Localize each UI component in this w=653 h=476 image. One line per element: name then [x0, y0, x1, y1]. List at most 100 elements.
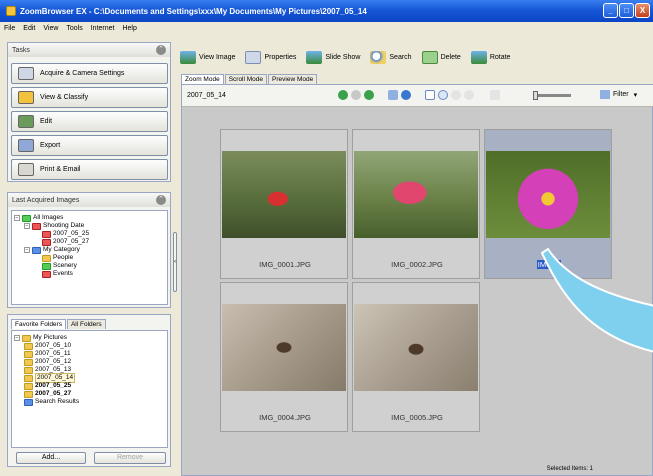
- thumbnail-caption: IMG_0002.JPG: [391, 260, 443, 269]
- thumbnail-item[interactable]: IMG_0004.JPG: [220, 282, 348, 432]
- last-acquired-header: Last Acquired Images ⌃: [8, 193, 170, 207]
- forward-icon[interactable]: [351, 90, 361, 100]
- full-view-icon[interactable]: [490, 90, 500, 100]
- add-folder-button[interactable]: Add...: [16, 452, 86, 464]
- thumbnail-item[interactable]: IMG_0005.JPG: [352, 282, 480, 432]
- category-icon: [32, 246, 41, 254]
- slide-show-button[interactable]: Slide Show: [306, 50, 360, 64]
- task-label: Export: [40, 142, 61, 149]
- tree-node-search-results[interactable]: Search Results: [14, 398, 165, 406]
- tree-node-shooting-date[interactable]: − Shooting Date: [14, 222, 165, 230]
- tree-node-folder[interactable]: 2007_05_11: [14, 350, 165, 358]
- zoom-slider[interactable]: [533, 91, 571, 100]
- close-button[interactable]: X: [635, 3, 650, 18]
- tasks-header: Tasks ⌃: [8, 43, 170, 57]
- menu-edit[interactable]: Edit: [23, 25, 35, 32]
- tree-node-folder-selected[interactable]: 2007_05_14: [14, 373, 165, 383]
- expand-icon[interactable]: −: [14, 215, 20, 221]
- thumbnail-caption: IMG_0001.JPG: [259, 260, 311, 269]
- view-image-button[interactable]: View Image: [180, 50, 235, 64]
- menu-internet[interactable]: Internet: [91, 25, 115, 32]
- expand-icon[interactable]: −: [14, 335, 20, 341]
- minimize-button[interactable]: _: [603, 3, 618, 18]
- tab-all-folders[interactable]: All Folders: [66, 319, 106, 329]
- thumbnail-item[interactable]: IMG_0002.JPG: [352, 129, 480, 279]
- tab-favorite-folders[interactable]: Favorite Folders: [11, 319, 66, 329]
- expand-icon[interactable]: −: [24, 247, 30, 253]
- expand-icon[interactable]: −: [24, 223, 30, 229]
- properties-button[interactable]: Properties: [245, 50, 297, 64]
- maximize-button[interactable]: □: [619, 3, 634, 18]
- zoom-in-icon[interactable]: [438, 90, 448, 100]
- pointer-icon[interactable]: [425, 90, 435, 100]
- rotate-icon: [470, 50, 487, 64]
- collapse-icon[interactable]: ⌃: [156, 45, 166, 55]
- menu-view[interactable]: View: [43, 25, 58, 32]
- collapse-icon[interactable]: ⌃: [156, 195, 166, 205]
- view-classify-button[interactable]: View & Classify: [11, 87, 168, 108]
- title-bar[interactable]: ZoomBrowser EX - C:\Documents and Settin…: [0, 0, 653, 22]
- folder-icon: [24, 374, 33, 382]
- zoom-fit-icon[interactable]: [464, 90, 474, 100]
- acquire-camera-settings-button[interactable]: Acquire & Camera Settings: [11, 63, 168, 84]
- tree-node-folder[interactable]: 2007_05_12: [14, 358, 165, 366]
- tab-zoom-mode[interactable]: Zoom Mode: [181, 74, 224, 84]
- delete-button[interactable]: Delete: [421, 50, 461, 64]
- export-button[interactable]: Export: [11, 135, 168, 156]
- thumbnail-caption: IMG_0004.JPG: [259, 413, 311, 422]
- search-button[interactable]: Search: [370, 50, 412, 64]
- rotate-button[interactable]: Rotate: [470, 50, 510, 64]
- folder-icon: [24, 390, 33, 398]
- info-icon[interactable]: [401, 90, 411, 100]
- folder-tabs: Favorite Folders All Folders: [11, 319, 106, 329]
- back-icon[interactable]: [338, 90, 348, 100]
- filter-icon: [600, 90, 610, 99]
- tree-node-folder[interactable]: 2007_05_27: [14, 390, 165, 398]
- application-window: ZoomBrowser EX - C:\Documents and Settin…: [0, 0, 653, 476]
- menu-help[interactable]: Help: [122, 25, 136, 32]
- node-label: 2007_05_27: [35, 390, 72, 397]
- node-label: 2007_05_10: [35, 342, 72, 349]
- sort-icon[interactable]: [388, 90, 398, 100]
- tree-node-people[interactable]: People: [14, 254, 165, 262]
- thumbnail-image: [222, 151, 346, 238]
- tree-node-folder[interactable]: 2007_05_10: [14, 342, 165, 350]
- splitter-grip[interactable]: ‹: [173, 232, 177, 292]
- tree-node-my-pictures[interactable]: − My Pictures: [14, 334, 165, 342]
- folder-path: 2007_05_14: [187, 92, 226, 99]
- node-label: My Pictures: [33, 334, 67, 341]
- scenery-icon: [42, 262, 51, 270]
- tree-node-my-category[interactable]: − My Category: [14, 246, 165, 254]
- task-label: Edit: [40, 118, 53, 125]
- up-icon[interactable]: [364, 90, 374, 100]
- tree-node-date[interactable]: 2007_05_25: [14, 230, 165, 238]
- tab-scroll-mode[interactable]: Scroll Mode: [224, 74, 268, 84]
- tree-node-scenery[interactable]: Scenery: [14, 262, 165, 270]
- remove-folder-button[interactable]: Remove: [94, 452, 166, 464]
- tree-node-events[interactable]: Events: [14, 270, 165, 278]
- thumbnail-item-selected[interactable]: IMG_0: [484, 129, 612, 279]
- print-email-button[interactable]: Print & Email: [11, 159, 168, 180]
- people-icon: [42, 254, 51, 262]
- toolbar-label: Properties: [264, 53, 297, 61]
- menu-file[interactable]: File: [4, 25, 15, 32]
- tree-node-folder[interactable]: 2007_05_25: [14, 382, 165, 390]
- last-acquired-tree: − All Images − Shooting Date 2007_05_25 20…: [11, 210, 168, 305]
- zoom-out-icon[interactable]: [451, 90, 461, 100]
- toolbar-label: Delete: [440, 53, 461, 61]
- tab-preview-mode[interactable]: Preview Mode: [268, 74, 318, 84]
- filter-button[interactable]: Filter ▾: [600, 90, 637, 99]
- folders-panel: Favorite Folders All Folders − My Picture…: [7, 314, 171, 467]
- thumbnail-image: [354, 151, 478, 238]
- tree-node-date[interactable]: 2007_05_27: [14, 238, 165, 246]
- edit-button[interactable]: Edit: [11, 111, 168, 132]
- menu-tools[interactable]: Tools: [66, 25, 82, 32]
- last-acquired-panel: Last Acquired Images ⌃ − All Images − Shoo…: [7, 192, 171, 308]
- pane-splitter[interactable]: ‹: [172, 42, 178, 467]
- tree-node-all-images[interactable]: − All Images: [14, 214, 165, 222]
- events-icon: [42, 270, 51, 278]
- thumbnail-item[interactable]: IMG_0001.JPG: [220, 129, 348, 279]
- selected-count: Selected Items: 1: [546, 466, 593, 472]
- zoom-slider-knob[interactable]: [533, 91, 538, 100]
- last-acquired-title: Last Acquired Images: [12, 196, 80, 204]
